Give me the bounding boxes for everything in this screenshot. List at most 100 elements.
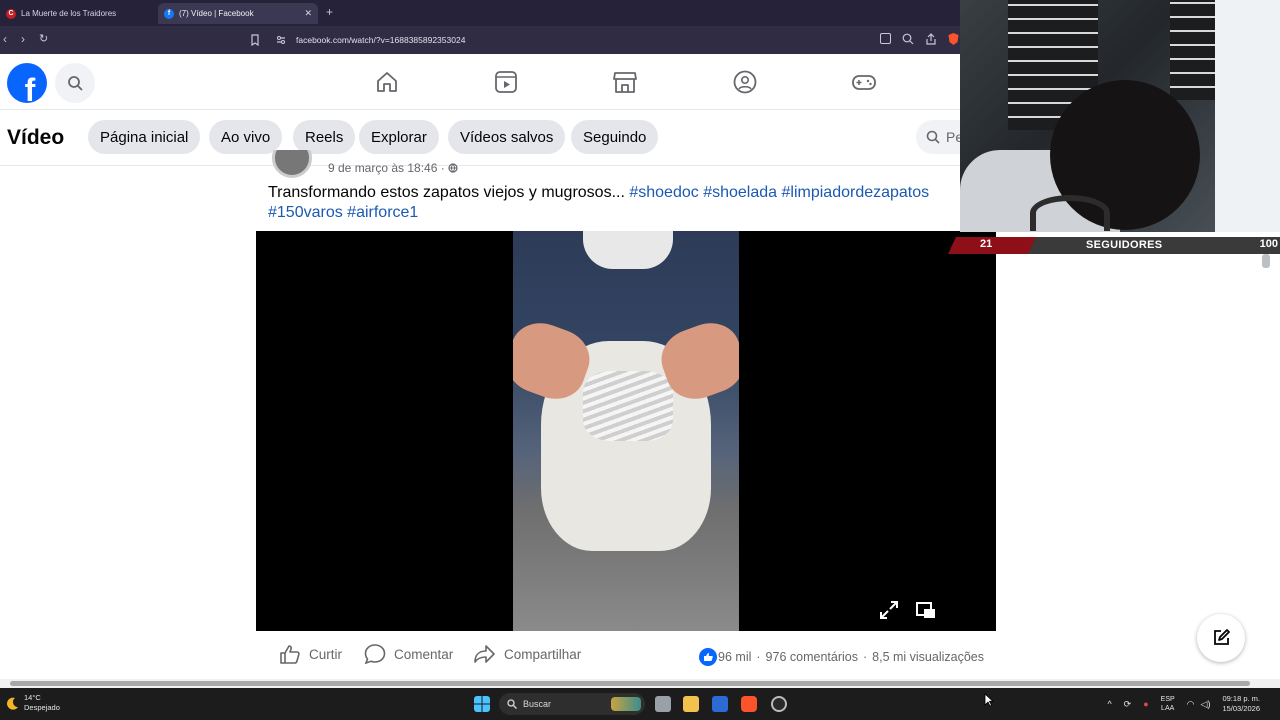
- obs-icon[interactable]: [771, 696, 787, 712]
- thumbs-up-icon: [280, 645, 300, 664]
- tab-title: (7) Vídeo | Facebook: [179, 9, 254, 18]
- back-icon[interactable]: ‹: [3, 32, 7, 46]
- youtube-favicon-icon: C: [6, 8, 16, 19]
- vertical-scrollbar[interactable]: [1262, 254, 1270, 268]
- share-page-icon[interactable]: [925, 33, 937, 45]
- video-section-header: Vídeo Página inicial Ao vivo Reels Explo…: [0, 111, 976, 166]
- video-player[interactable]: [256, 231, 996, 631]
- compose-icon: [1214, 629, 1230, 645]
- page-title: Vídeo: [7, 126, 65, 149]
- hashtag-link[interactable]: #airforce1: [347, 204, 418, 221]
- weather-condition: Despejado: [24, 703, 60, 712]
- system-tray: ^ ⟳ ● ESP LAA ◠ ◁) 09:18 p. m. 15/03/202…: [1107, 694, 1260, 714]
- brave-shield-icon[interactable]: [947, 32, 960, 46]
- bookmark-icon[interactable]: [250, 34, 260, 46]
- moon-icon: [7, 697, 18, 710]
- forward-icon[interactable]: ›: [21, 32, 25, 46]
- url-text: facebook.com/watch/?v=1688385892353024: [296, 35, 466, 45]
- windows-start-icon[interactable]: [474, 696, 490, 712]
- webcam-overlay: [960, 0, 1280, 232]
- tab-la-muerte[interactable]: C La Muerte de los Traidores: [0, 3, 154, 24]
- zoom-icon[interactable]: [902, 33, 914, 45]
- pill-live[interactable]: Ao vivo: [209, 120, 283, 154]
- microphone-icon[interactable]: ●: [1143, 699, 1148, 709]
- like-button[interactable]: Curtir: [279, 644, 342, 664]
- marketplace-icon[interactable]: [612, 70, 638, 94]
- post-timestamp[interactable]: 9 de março às 18:46 ·: [328, 161, 458, 175]
- caption-text: Transformando estos zapatos viejos y mug…: [268, 184, 625, 201]
- like-reaction-icon: [699, 648, 718, 666]
- followers-goal: 100: [1259, 238, 1278, 250]
- scroll-thumb[interactable]: [10, 681, 1250, 686]
- search-icon: [68, 76, 83, 91]
- share-button[interactable]: Compartilhar: [474, 644, 581, 664]
- browser-tab-strip: C La Muerte de los Traidores f (7) Vídeo…: [0, 0, 960, 26]
- pill-explore[interactable]: Explorar: [359, 120, 439, 154]
- comment-button[interactable]: Comentar: [364, 644, 453, 664]
- video-icon[interactable]: [493, 70, 519, 94]
- sync-icon[interactable]: ⟳: [1124, 699, 1132, 710]
- file-explorer-icon[interactable]: [683, 696, 699, 712]
- search-icon: [507, 699, 517, 709]
- hashtag-link[interactable]: #limpiadordezapatos: [782, 184, 930, 201]
- pill-following[interactable]: Seguindo: [571, 120, 659, 154]
- language-indicator[interactable]: ESP LAA: [1161, 695, 1175, 713]
- view-count: 8,5 mi visualizações: [872, 650, 984, 664]
- url-field[interactable]: facebook.com/watch/?v=1688385892353024: [246, 30, 958, 50]
- close-tab-icon[interactable]: ✕: [304, 8, 312, 19]
- facebook-logo[interactable]: f: [7, 63, 47, 103]
- facebook-search-button[interactable]: [55, 63, 95, 103]
- search-icon: [926, 130, 940, 144]
- stats-separator: ·: [756, 650, 761, 664]
- windows-taskbar: 14°C Despejado Buscar ^ ⟳ ● ESP LAA ◠ ◁)…: [0, 688, 1280, 720]
- task-view-icon[interactable]: [655, 696, 671, 712]
- comment-count[interactable]: 976 comentários: [766, 650, 858, 664]
- site-settings-icon[interactable]: [276, 35, 286, 45]
- groups-icon[interactable]: [732, 70, 758, 94]
- reload-icon[interactable]: ↻: [39, 32, 48, 45]
- picture-in-picture-icon[interactable]: [915, 599, 937, 621]
- facebook-favicon-icon: f: [164, 8, 174, 19]
- horizontal-scrollbar[interactable]: [0, 679, 1280, 688]
- temperature: 14°C: [24, 693, 41, 702]
- right-blank-area: [996, 254, 1280, 680]
- video-frame: [513, 231, 739, 631]
- pill-home[interactable]: Página inicial: [88, 120, 201, 154]
- tab-facebook-video[interactable]: f (7) Vídeo | Facebook ✕: [158, 3, 318, 24]
- share-icon: [474, 645, 495, 663]
- hashtag-link[interactable]: #150varos: [268, 204, 343, 221]
- wifi-icon[interactable]: ◠: [1187, 699, 1195, 710]
- facebook-top-nav: f: [0, 54, 960, 110]
- post-caption: Transformando estos zapatos viejos y mug…: [268, 183, 960, 223]
- weather-widget[interactable]: 14°C Despejado: [5, 693, 60, 713]
- gaming-icon[interactable]: [851, 70, 877, 94]
- page-avatar[interactable]: [272, 150, 312, 178]
- cast-icon[interactable]: [880, 33, 891, 44]
- address-bar: ‹ › ↻ facebook.com/watch/?v=168838589235…: [0, 26, 960, 54]
- hashtag-link[interactable]: #shoelada: [703, 184, 777, 201]
- volume-icon[interactable]: ◁): [1201, 699, 1211, 710]
- tab-title: La Muerte de los Traidores: [21, 9, 117, 18]
- mouse-cursor-icon: [984, 693, 994, 707]
- home-icon[interactable]: [374, 70, 400, 94]
- pill-saved-videos[interactable]: Vídeos salvos: [448, 120, 566, 154]
- brave-browser-icon[interactable]: [741, 696, 757, 712]
- post-stats: 96 mil · 976 comentários · 8,5 mi visual…: [699, 648, 984, 666]
- follower-goal-bar: 21 SEGUIDORES 100: [948, 237, 1280, 254]
- new-message-button[interactable]: [1197, 614, 1245, 662]
- comment-icon: [364, 644, 386, 664]
- reaction-count[interactable]: 96 mil: [718, 650, 751, 664]
- taskbar-search[interactable]: Buscar: [499, 693, 645, 715]
- new-tab-button[interactable]: +: [326, 5, 333, 19]
- post-action-bar: Curtir Comentar Compartilhar 96 mil · 97…: [256, 637, 996, 675]
- followers-label: SEGUIDORES: [1086, 239, 1163, 251]
- chevron-up-icon[interactable]: ^: [1107, 699, 1111, 709]
- stats-separator: ·: [862, 650, 868, 664]
- store-icon[interactable]: [712, 696, 728, 712]
- hashtag-link[interactable]: #shoedoc: [629, 184, 698, 201]
- fullscreen-icon[interactable]: [878, 599, 900, 621]
- pill-reels[interactable]: Reels: [293, 120, 356, 154]
- globe-icon: [448, 163, 458, 173]
- clock[interactable]: 09:18 p. m. 15/03/2026: [1222, 694, 1260, 714]
- followers-current: 21: [980, 238, 993, 250]
